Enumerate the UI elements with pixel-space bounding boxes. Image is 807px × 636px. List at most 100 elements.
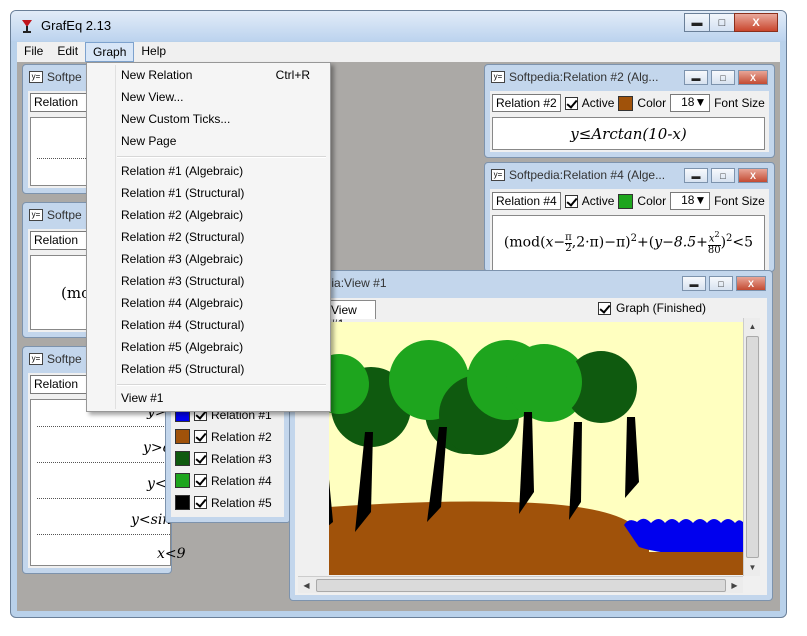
- relation-name-field[interactable]: Relation #4: [492, 192, 561, 210]
- menu-bar: File Edit Graph Help: [17, 42, 780, 62]
- graph-canvas[interactable]: [329, 322, 743, 575]
- equation-window-icon: y=: [29, 71, 43, 83]
- legend-checkbox[interactable]: [194, 496, 207, 509]
- menu-relation-1-structural[interactable]: Relation #1 (Structural): [121, 186, 244, 200]
- active-label: Active: [581, 96, 615, 110]
- close-button[interactable]: X: [734, 13, 778, 32]
- equation-area[interactable]: (mo: [30, 255, 91, 330]
- equation-area[interactable]: (mod(x− π 2,2·π)−π)2+(y−8.5+ x2 80)2<5: [492, 215, 765, 271]
- caption-buttons: ▬ □ X: [684, 13, 778, 33]
- menu-edit[interactable]: Edit: [50, 42, 85, 62]
- maximize-button[interactable]: □: [709, 276, 733, 291]
- scroll-right-icon[interactable]: ▶: [726, 577, 743, 594]
- formula-text: y≤Arctan(10-x): [570, 124, 687, 143]
- close-button[interactable]: X: [736, 276, 766, 291]
- legend-checkbox[interactable]: [194, 430, 207, 443]
- minimize-icon: ▬: [691, 16, 703, 29]
- menu-new-view[interactable]: New View...: [121, 90, 183, 104]
- color-swatch[interactable]: [618, 95, 634, 111]
- minimize-button[interactable]: ▬: [684, 70, 708, 85]
- formula-text: (mod(x− π 2,2·π)−π)2+(y−8.5+ x2 80)2<5: [503, 230, 754, 256]
- maximize-button[interactable]: □: [709, 13, 735, 32]
- window-title: Softpe: [47, 208, 82, 222]
- font-size-select[interactable]: 18▼: [670, 94, 711, 112]
- font-size-select[interactable]: 18▼: [670, 192, 711, 210]
- menu-file[interactable]: File: [17, 42, 50, 62]
- close-icon: X: [752, 16, 760, 29]
- menu-new-page[interactable]: New Page: [121, 134, 176, 148]
- font-size-label: Font Size: [714, 96, 765, 110]
- window-title: Softpedia:Relation #4 (Alge...: [509, 168, 666, 182]
- minimize-button[interactable]: ▬: [682, 276, 706, 291]
- equation-area[interactable]: y> y>c y< y<sin x<9: [30, 399, 186, 566]
- menu-relation-3-structural[interactable]: Relation #3 (Structural): [121, 274, 244, 288]
- menu-help[interactable]: Help: [134, 42, 173, 62]
- relation-name-field[interactable]: Relation #: [30, 93, 90, 112]
- menu-separator: [117, 384, 326, 386]
- graph-menu-dropdown: New Relation Ctrl+R New View... New Cust…: [86, 62, 331, 412]
- menu-relation-5-structural[interactable]: Relation #5 (Structural): [121, 362, 244, 376]
- relation-2-window[interactable]: y= Softpedia:Relation #2 (Alg... ▬ □ X R…: [484, 64, 775, 158]
- view-tab[interactable]: View #1: [328, 300, 376, 331]
- legend-color-swatch[interactable]: [175, 429, 190, 444]
- legend-checkbox[interactable]: [194, 452, 207, 465]
- legend-label: Relation #2: [211, 429, 272, 444]
- scroll-thumb[interactable]: [746, 336, 759, 558]
- graph-status-checkbox[interactable]: [598, 301, 611, 315]
- scroll-left-icon[interactable]: ◀: [298, 577, 315, 594]
- relation-window-3[interactable]: y= Softpe Relation # (mo: [22, 202, 92, 338]
- legend-row[interactable]: Relation #2: [175, 429, 272, 444]
- menu-separator: [117, 156, 326, 158]
- menu-relation-4-algebraic[interactable]: Relation #4 (Algebraic): [121, 296, 243, 310]
- close-button[interactable]: X: [738, 70, 768, 85]
- window-title: Softpe: [47, 70, 82, 84]
- maximize-button[interactable]: □: [711, 70, 735, 85]
- legend-color-swatch[interactable]: [175, 451, 190, 466]
- vertical-scrollbar[interactable]: ▲ ▼: [743, 318, 760, 576]
- title-bar[interactable]: GrafEq 2.13 ▬ □ X: [11, 11, 786, 41]
- menu-view-1[interactable]: View #1: [121, 391, 163, 405]
- window-title: Softpe: [47, 352, 82, 366]
- scroll-up-icon[interactable]: ▲: [744, 318, 761, 335]
- menu-new-relation[interactable]: New Relation: [121, 68, 192, 82]
- menu-graph[interactable]: Graph: [85, 42, 135, 62]
- active-checkbox[interactable]: [564, 194, 578, 208]
- scroll-thumb[interactable]: [316, 579, 726, 592]
- menu-new-custom-ticks[interactable]: New Custom Ticks...: [121, 112, 230, 126]
- equation-window-icon: y=: [29, 209, 43, 221]
- scroll-down-icon[interactable]: ▼: [744, 559, 761, 576]
- legend-checkbox[interactable]: [194, 474, 207, 487]
- color-swatch[interactable]: [618, 193, 634, 209]
- legend-row[interactable]: Relation #3: [175, 451, 272, 466]
- legend-color-swatch[interactable]: [175, 495, 190, 510]
- menu-relation-4-structural[interactable]: Relation #4 (Structural): [121, 318, 244, 332]
- formula-line: x<9: [157, 546, 186, 562]
- relation-name-field[interactable]: Relation #: [30, 375, 90, 394]
- graph-status: Graph (Finished): [598, 301, 706, 315]
- menu-relation-5-algebraic[interactable]: Relation #5 (Algebraic): [121, 340, 243, 354]
- relations-legend: Relation #1 Relation #2 Relation #3 Rela…: [165, 398, 290, 523]
- color-label: Color: [637, 96, 667, 110]
- active-checkbox[interactable]: [564, 96, 578, 110]
- equation-area[interactable]: y≤Arctan(10-x): [492, 117, 765, 150]
- legend-label: Relation #4: [211, 473, 272, 488]
- equation-area[interactable]: [30, 117, 91, 186]
- relation-name-field[interactable]: Relation #2: [492, 94, 561, 112]
- legend-row[interactable]: Relation #4: [175, 473, 272, 488]
- minimize-button[interactable]: ▬: [684, 13, 710, 32]
- grafeq-app-icon: [22, 20, 32, 33]
- relation-4-window[interactable]: y= Softpedia:Relation #4 (Alge... ▬ □ X …: [484, 162, 775, 272]
- horizontal-scrollbar[interactable]: ◀ ▶: [298, 576, 743, 593]
- minimize-button[interactable]: ▬: [684, 168, 708, 183]
- active-label: Active: [581, 194, 615, 208]
- menu-relation-1-algebraic[interactable]: Relation #1 (Algebraic): [121, 164, 243, 178]
- menu-relation-2-algebraic[interactable]: Relation #2 (Algebraic): [121, 208, 243, 222]
- legend-row[interactable]: Relation #5: [175, 495, 272, 510]
- relation-window-1[interactable]: y= Softpe Relation #: [22, 64, 92, 194]
- close-button[interactable]: X: [738, 168, 768, 183]
- relation-name-field[interactable]: Relation #: [30, 231, 90, 250]
- legend-color-swatch[interactable]: [175, 473, 190, 488]
- menu-relation-2-structural[interactable]: Relation #2 (Structural): [121, 230, 244, 244]
- maximize-button[interactable]: □: [711, 168, 735, 183]
- menu-relation-3-algebraic[interactable]: Relation #3 (Algebraic): [121, 252, 243, 266]
